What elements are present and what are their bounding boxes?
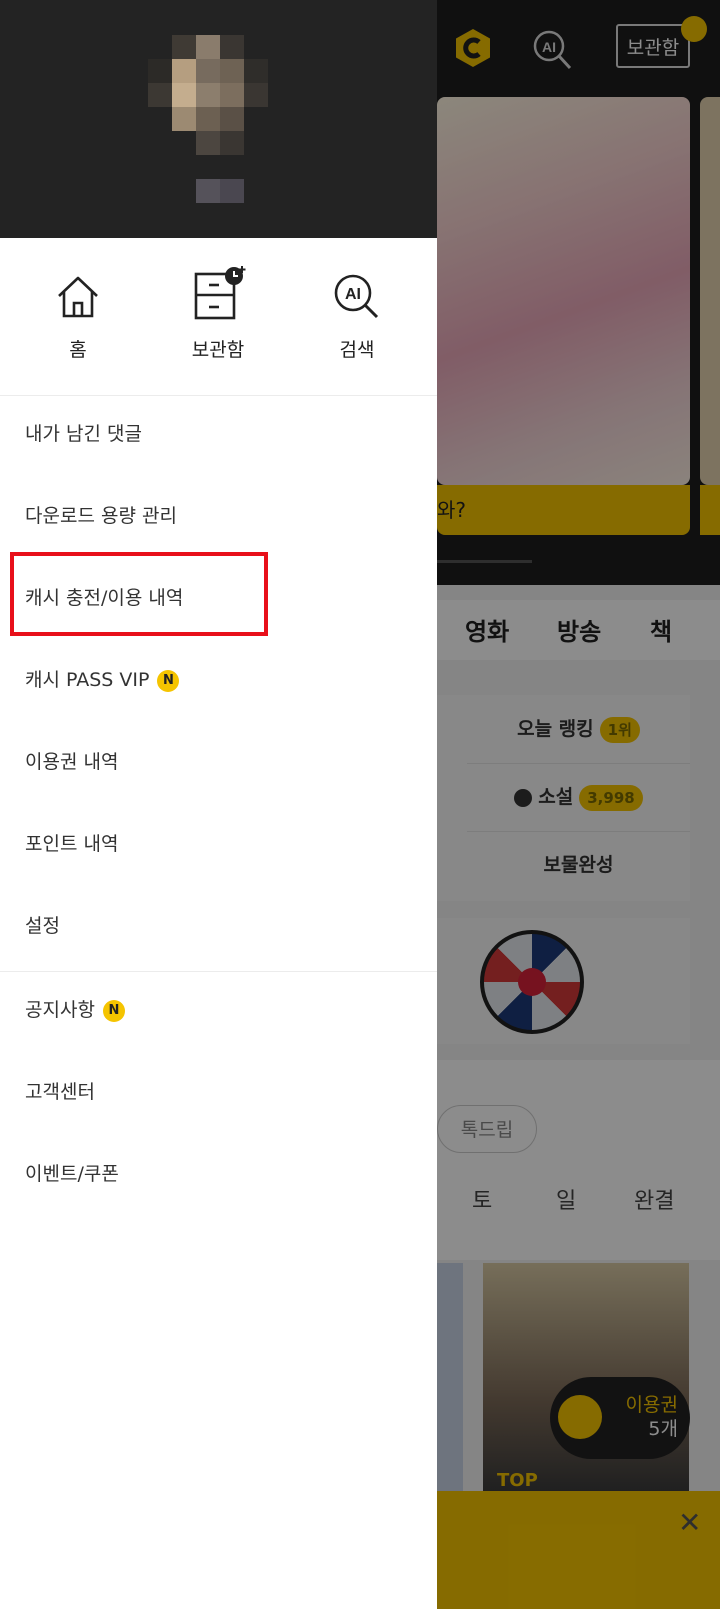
menu-item-notices[interactable]: 공지사항 N <box>0 969 437 1051</box>
highlight-box <box>10 552 268 636</box>
menu-item-label: 내가 남긴 댓글 <box>25 423 142 445</box>
menu-item-settings[interactable]: 설정 <box>0 885 437 967</box>
svg-text:AI: AI <box>345 286 361 303</box>
locker-icon <box>194 266 246 320</box>
quick-actions: 홈 보관함 AI 검색 <box>0 257 437 395</box>
menu-item-label: 이벤트/쿠폰 <box>25 1163 119 1185</box>
quick-action-label: 보관함 <box>191 339 245 361</box>
menu-item-download-storage[interactable]: 다운로드 용량 관리 <box>0 475 437 557</box>
quick-action-search[interactable]: AI 검색 <box>297 257 417 367</box>
menu-item-label: 공지사항 <box>25 999 95 1021</box>
new-badge: N <box>157 669 180 692</box>
menu-item-events-coupons[interactable]: 이벤트/쿠폰 <box>0 1133 437 1215</box>
ai-search-icon: AI <box>334 274 379 319</box>
quick-action-label: 검색 <box>339 339 375 361</box>
profile-header <box>0 0 437 238</box>
menu-item-customer-center[interactable]: 고객센터 <box>0 1051 437 1133</box>
quick-action-home[interactable]: 홈 <box>18 257 138 367</box>
menu-item-label: 포인트 내역 <box>25 833 119 855</box>
menu-item-point-history[interactable]: 포인트 내역 <box>0 803 437 885</box>
quick-action-label: 홈 <box>69 339 87 361</box>
new-badge: N <box>102 999 125 1022</box>
menu-item-label: 설정 <box>25 915 60 937</box>
side-drawer: 홈 보관함 AI 검색 내가 남긴 댓글 다운로드 용량 관리 캐시 충전/이용… <box>0 0 437 1609</box>
quick-action-locker[interactable]: 보관함 <box>158 257 278 367</box>
menu-item-label: 고객센터 <box>25 1081 95 1103</box>
avatar[interactable] <box>148 35 272 210</box>
menu-item-my-comments[interactable]: 내가 남긴 댓글 <box>0 393 437 475</box>
home-icon <box>58 276 98 318</box>
menu-item-cash-pass-vip[interactable]: 캐시 PASS VIP N <box>0 639 437 721</box>
menu-item-ticket-history[interactable]: 이용권 내역 <box>0 721 437 803</box>
menu-item-label: 캐시 PASS VIP <box>25 669 150 691</box>
menu-item-label: 다운로드 용량 관리 <box>25 505 177 527</box>
menu-item-label: 이용권 내역 <box>25 751 119 773</box>
